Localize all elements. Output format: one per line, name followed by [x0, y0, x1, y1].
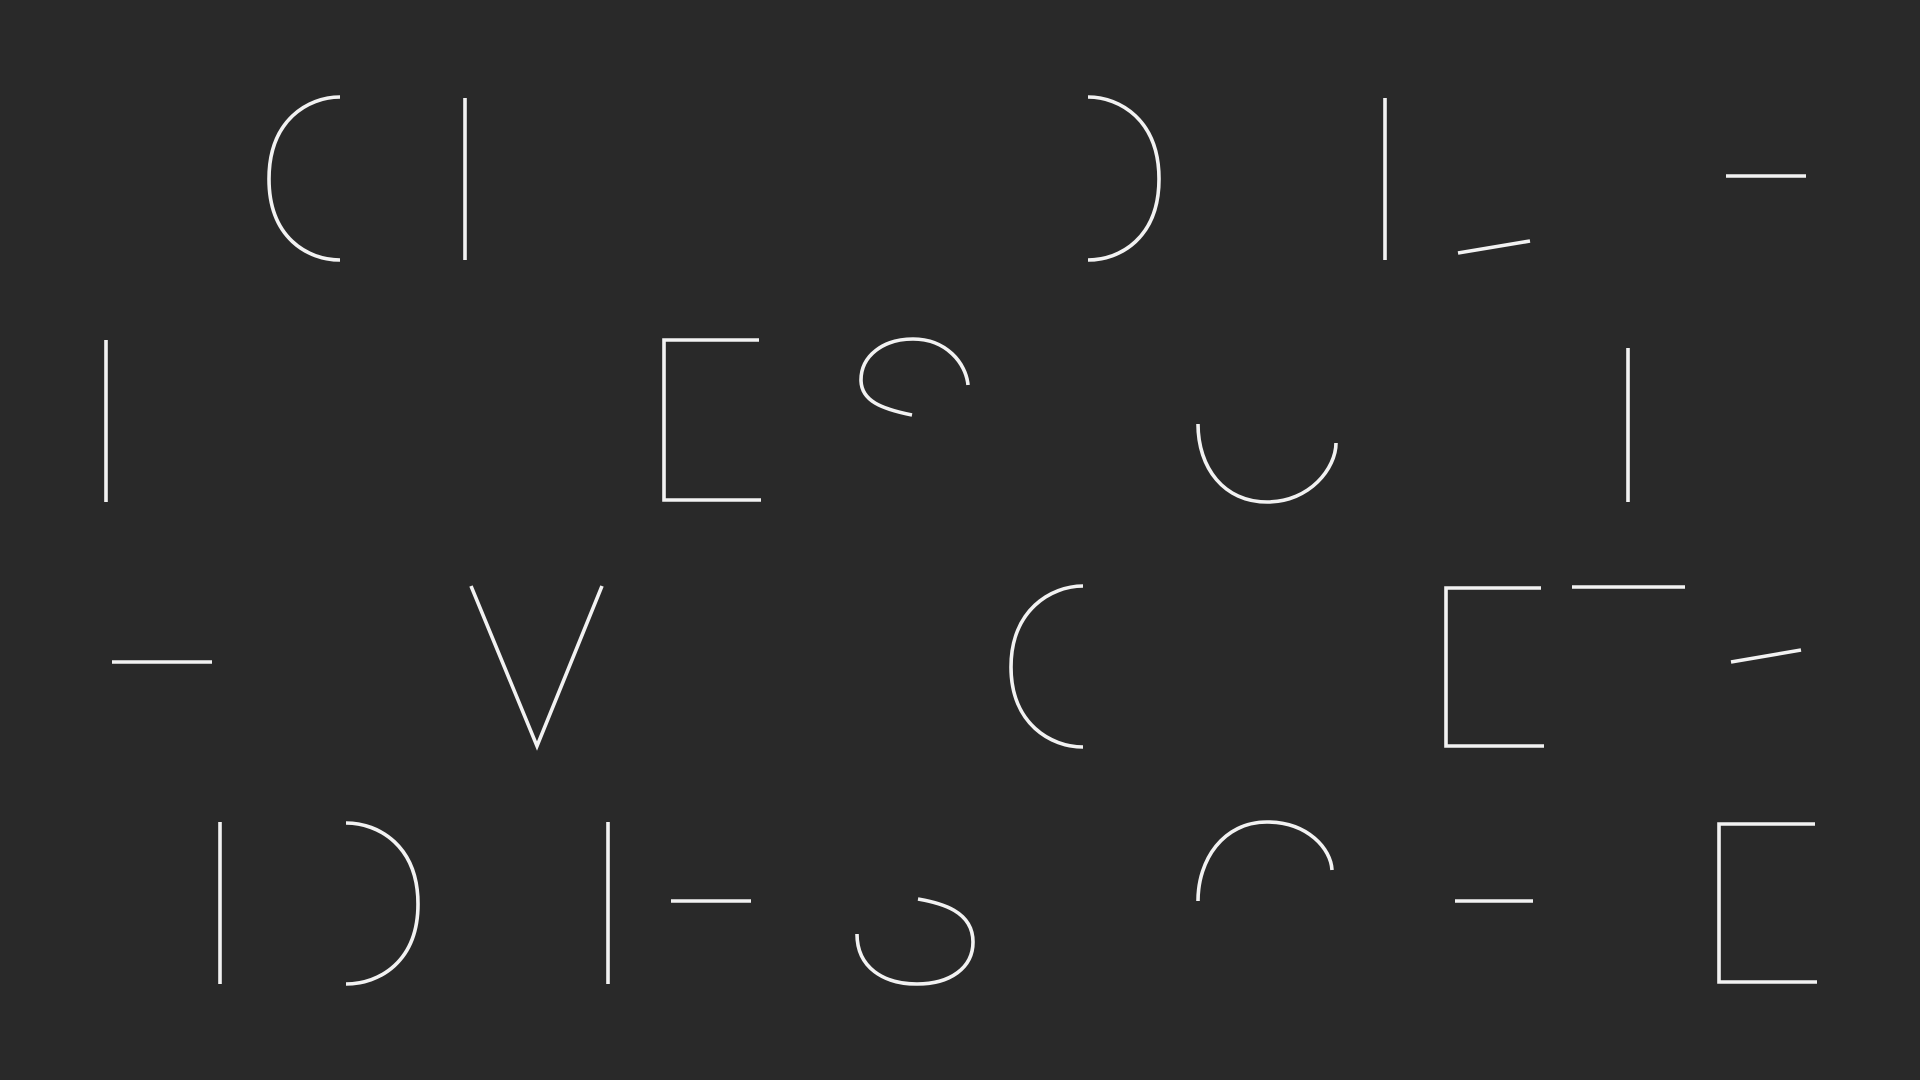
glyph-fragment-canvas: [0, 0, 1920, 1080]
background: [0, 0, 1920, 1080]
